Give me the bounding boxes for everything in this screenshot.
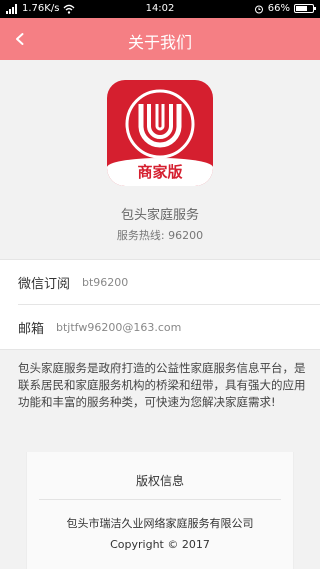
hotline: 服务热线: 96200 [0,227,320,243]
battery-icon [294,4,316,13]
hotline-label: 服务热线: [116,229,165,242]
app-logo: 商家版 [107,80,213,186]
description-text: 包头家庭服务是政府打造的公益性家庭服务信息平台，是联系居民和家庭服务机构的桥梁和… [18,361,306,409]
contact-value: bt96200 [82,275,129,289]
copyright-year: Copyright © 2017 [110,538,210,551]
contact-value: btjtfw96200@163.com [56,321,182,334]
contact-label: 微信订阅 [18,276,71,292]
hotline-number[interactable]: 96200 [168,229,203,242]
divider [39,499,281,500]
alarm-icon [254,4,264,14]
copyright-card: 版权信息 包头市瑞洁久业网络家庭服务有限公司 Copyright © 2017 [26,452,294,569]
company-name: 包头市瑞洁久业网络家庭服务有限公司 [66,517,254,530]
contact-label: 邮箱 [18,322,45,337]
status-right: 66% [254,3,316,14]
contact-panel: 微信订阅 bt96200 邮箱 btjtfw96200@163.com [0,259,320,350]
battery-fill [296,6,307,11]
battery-percent: 66% [267,3,290,14]
logo-badge-text: 商家版 [137,163,183,181]
app-name: 包头家庭服务 [120,208,199,223]
contact-row-wechat[interactable]: 微信订阅 bt96200 [18,260,320,305]
contact-row-email[interactable]: 邮箱 btjtfw96200@163.com [18,305,320,350]
status-bar: 1.76K/s 14:02 66% [0,0,320,18]
top-bar: 关于我们 [0,18,320,60]
copyright-title: 版权信息 [135,474,184,488]
page-title: 关于我们 [127,33,192,52]
